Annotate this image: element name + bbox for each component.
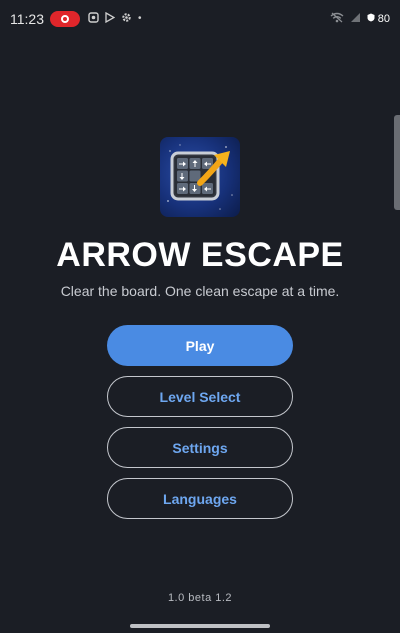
version-label: 1.0 beta 1.2 [167, 592, 233, 604]
gear-icon [121, 12, 132, 26]
app-title: ARROW ESCAPE [56, 236, 344, 274]
status-bar: 11:23 • 80 [0, 0, 400, 38]
record-icon [61, 15, 69, 23]
app-tagline: Clear the board. One clean escape at a t… [60, 283, 340, 299]
edge-panel-handle[interactable] [394, 115, 400, 210]
level-select-button[interactable]: Level Select [107, 376, 293, 417]
battery-shield-icon [367, 13, 375, 25]
gesture-nav-handle[interactable] [130, 624, 270, 628]
languages-button[interactable]: Languages [107, 478, 293, 519]
status-time: 11:23 [10, 11, 44, 27]
app-screen: 11:23 • 80 ARROW ESCAPE Clear the board.… [0, 0, 400, 633]
battery-indicator: 80 [367, 13, 390, 25]
settings-button[interactable]: Settings [107, 427, 293, 468]
wifi-icon [330, 10, 344, 28]
signal-icon [350, 10, 361, 28]
app-logo [160, 137, 240, 217]
battery-level: 80 [377, 13, 390, 25]
notification-dot-icon: • [138, 13, 142, 24]
play-button[interactable]: Play [107, 325, 293, 366]
cast-icon [88, 12, 99, 26]
screen-record-indicator[interactable] [50, 11, 80, 27]
play-store-icon [105, 11, 116, 26]
status-right-group: 80 [330, 10, 390, 28]
